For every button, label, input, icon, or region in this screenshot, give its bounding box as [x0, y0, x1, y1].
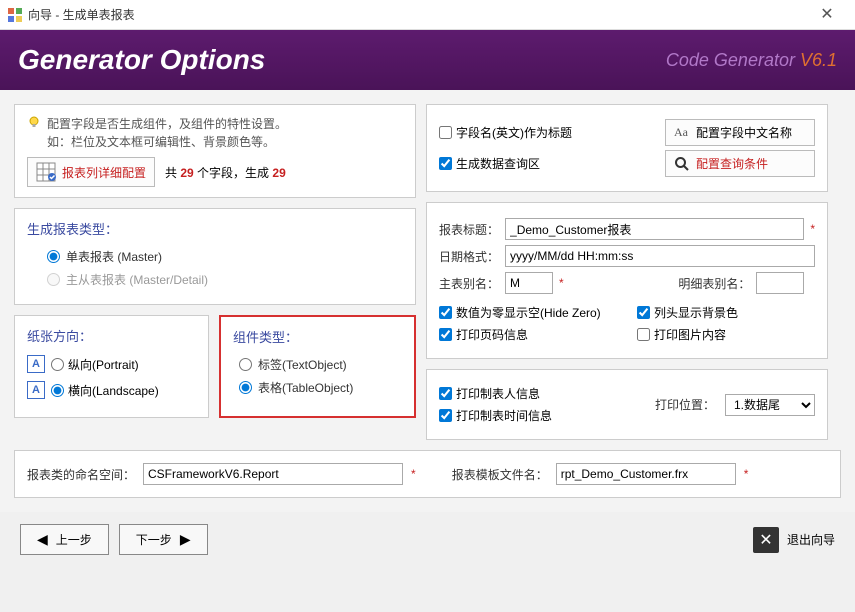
- report-type-panel: 生成报表类型： 单表报表 (Master) 主从表报表 (Master/Deta…: [14, 208, 416, 305]
- radio-table-object[interactable]: 表格(TableObject): [239, 379, 402, 396]
- description-text: 配置字段是否生成组件，及组件的特性设置。 如：栏位及文本框可编辑性、背景颜色等。: [47, 115, 287, 151]
- bulb-icon: [27, 115, 41, 129]
- required-mark: *: [810, 222, 815, 236]
- radio-master-detail: 主从表报表 (Master/Detail): [47, 271, 403, 288]
- check-print-time[interactable]: 打印制表时间信息: [439, 407, 645, 424]
- paper-orientation-panel: 纸张方向： A 纵向(Portrait) A 横向(Landscape): [14, 315, 209, 418]
- report-type-title: 生成报表类型：: [27, 219, 403, 238]
- report-title-label: 报表标题：: [439, 221, 499, 238]
- master-alias-label: 主表别名：: [439, 275, 499, 292]
- check-print-maker[interactable]: 打印制表人信息: [439, 385, 645, 402]
- radio-portrait[interactable]: 纵向(Portrait): [51, 356, 139, 373]
- prev-button[interactable]: ◀ 上一步: [20, 524, 109, 555]
- title-query-panel: 字段名(英文)作为标题 Aa 配置字段中文名称 生成数据查询区: [426, 104, 828, 192]
- paper-title: 纸张方向：: [27, 326, 196, 345]
- date-format-label: 日期格式：: [439, 248, 499, 265]
- namespace-label: 报表类的命名空间：: [27, 466, 135, 483]
- app-icon: [8, 8, 22, 22]
- landscape-icon: A: [27, 381, 45, 399]
- product-name: Code Generator: [666, 50, 800, 70]
- date-format-input[interactable]: [505, 245, 815, 267]
- config-query-button[interactable]: 配置查询条件: [665, 150, 815, 177]
- close-icon: ✕: [753, 527, 779, 553]
- report-title-input[interactable]: [505, 218, 804, 240]
- report-settings-panel: 报表标题： * 日期格式： 主表别名： * 明细表别名： *: [426, 202, 828, 359]
- component-type-panel: 组件类型： 标签(TextObject) 表格(TableObject): [219, 315, 416, 418]
- check-hide-zero[interactable]: 数值为零显示空(Hide Zero): [439, 304, 617, 321]
- product-label: Code Generator V6.1: [666, 50, 837, 71]
- column-config-button[interactable]: 报表列详细配置: [27, 157, 155, 187]
- aa-icon: Aa: [674, 125, 690, 141]
- detail-alias-input[interactable]: [756, 272, 804, 294]
- footer-nav: ◀ 上一步 下一步 ▶ ✕ 退出向导: [0, 512, 855, 567]
- check-english-title[interactable]: 字段名(英文)作为标题: [439, 124, 657, 141]
- detail-alias-label: 明细表别名：: [678, 275, 750, 292]
- check-gen-query[interactable]: 生成数据查询区: [439, 155, 657, 172]
- portrait-icon: A: [27, 355, 45, 373]
- print-pos-select[interactable]: 1.数据尾: [725, 394, 815, 416]
- page-title: Generator Options: [18, 44, 666, 76]
- print-info-panel: 打印制表人信息 打印制表时间信息 打印位置： 1.数据尾: [426, 369, 828, 440]
- search-icon: [674, 156, 690, 172]
- radio-text-object[interactable]: 标签(TextObject): [239, 356, 402, 373]
- field-config-panel: 配置字段是否生成组件，及组件的特性设置。 如：栏位及文本框可编辑性、背景颜色等。…: [14, 104, 416, 198]
- namespace-input[interactable]: [143, 463, 403, 485]
- config-cn-name-button[interactable]: Aa 配置字段中文名称: [665, 119, 815, 146]
- close-button[interactable]: ✕: [807, 0, 847, 30]
- grid-icon: [36, 162, 56, 182]
- header-banner: Generator Options Code Generator V6.1: [0, 30, 855, 90]
- exit-button[interactable]: ✕ 退出向导: [753, 527, 835, 553]
- window-title: 向导 - 生成单表报表: [28, 6, 807, 23]
- template-label: 报表模板文件名：: [452, 466, 548, 483]
- arrow-right-icon: ▶: [180, 531, 191, 548]
- arrow-left-icon: ◀: [37, 531, 48, 548]
- check-print-page[interactable]: 打印页码信息: [439, 326, 617, 343]
- master-alias-input[interactable]: [505, 272, 553, 294]
- template-input[interactable]: [556, 463, 736, 485]
- component-title: 组件类型：: [233, 327, 402, 346]
- check-header-bg[interactable]: 列头显示背景色: [637, 304, 815, 321]
- print-pos-label: 打印位置：: [655, 396, 715, 413]
- radio-master[interactable]: 单表报表 (Master): [47, 248, 403, 265]
- check-print-img[interactable]: 打印图片内容: [637, 326, 815, 343]
- titlebar: 向导 - 生成单表报表 ✕: [0, 0, 855, 30]
- radio-landscape[interactable]: 横向(Landscape): [51, 382, 159, 399]
- content-area: 配置字段是否生成组件，及组件的特性设置。 如：栏位及文本框可编辑性、背景颜色等。…: [0, 90, 855, 512]
- namespace-panel: 报表类的命名空间： * 报表模板文件名： *: [14, 450, 841, 498]
- column-config-label: 报表列详细配置: [62, 164, 146, 181]
- next-button[interactable]: 下一步 ▶: [119, 524, 208, 555]
- product-version: V6.1: [800, 50, 837, 70]
- field-count-text: 共 29 个字段，生成 29: [165, 164, 286, 181]
